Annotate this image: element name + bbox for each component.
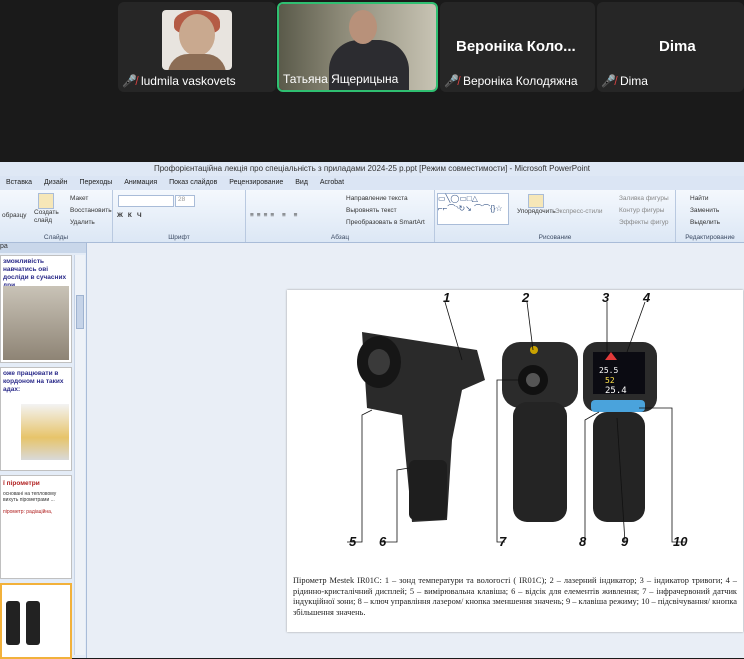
group-label: Слайды (43, 234, 69, 241)
quick-styles-button[interactable]: Экспресс-стили (555, 208, 603, 215)
align-text-button[interactable]: Выровнять текст (346, 207, 397, 214)
ribbon-group-font: 28 ЖКЧ Шрифт (113, 190, 246, 242)
thumb-text: оже працювати в кордоном на таких адах: (3, 370, 64, 393)
mic-muted-icon: 🎤̸ (601, 74, 616, 88)
thumb-device (6, 601, 20, 645)
ribbon-tabs: Вставка Дизайн Переходы Анимация Показ с… (0, 176, 744, 190)
display-value: 25.4 (605, 386, 627, 396)
thumb-text: основані на тепловому вихуть пірометрами… (3, 491, 57, 503)
tab-review[interactable]: Рецензирование (229, 176, 283, 190)
tab-design[interactable]: Дизайн (44, 176, 68, 190)
participant-name: Вероніка Колодяжна (462, 74, 578, 88)
participant-tile-ludmila[interactable]: 🎤̸ ludmila vaskovets (118, 2, 276, 92)
shape-outline-button[interactable]: Контур фигуры (619, 207, 664, 214)
window-title: Профорієнтаційна лекція про спеціальніст… (0, 162, 744, 176)
format-painter-label[interactable]: образцу (2, 212, 26, 219)
group-label: Шрифт (168, 234, 190, 241)
callout-label: 8 (579, 534, 587, 549)
find-button[interactable]: Найти (690, 195, 709, 202)
slide-editor: 25.5 52 25.4 1 2 3 4 5 6 7 8 9 10 Піроме… (87, 243, 744, 658)
arrange-button[interactable]: Упорядочить (517, 208, 556, 215)
panel-scrollbar[interactable] (74, 255, 85, 655)
display-value: 52 (605, 376, 615, 385)
participant-tile-dima[interactable]: Dima 🎤̸ Dima (597, 2, 744, 92)
callout-label: 5 (349, 534, 357, 549)
panel-header: ра (0, 243, 86, 253)
layout-button[interactable]: Макет (70, 195, 88, 202)
callout-label: 2 (522, 290, 530, 305)
ribbon: образцу Создать слайд Макет Восстановить… (0, 190, 744, 243)
slide-canvas[interactable]: 25.5 52 25.4 1 2 3 4 5 6 7 8 9 10 Піроме… (287, 290, 743, 632)
callout-label: 9 (621, 534, 629, 549)
slide-thumbnail[interactable]: зможливість навчатись ові досліди в суча… (0, 255, 72, 363)
participant-name: Татьяна Ящерицына (283, 72, 399, 86)
shapes-gallery[interactable]: ▭╲◯▭□△ ⌐⌐⌒◝↻↘ ⌒⌒{}☆ (437, 193, 509, 225)
new-slide-icon (38, 193, 54, 209)
group-label: Рисование (538, 234, 572, 241)
new-slide-button[interactable]: Создать слайд (34, 209, 60, 225)
font-name-field[interactable] (118, 195, 174, 207)
callout-label: 10 (673, 534, 688, 549)
font-size-field[interactable]: 28 (175, 195, 195, 207)
participant-tile-veronika[interactable]: Вероніка Коло... 🎤̸ Вероніка Колодяжна (440, 2, 595, 92)
slide-thumbnail[interactable]: ї пірометри основані на тепловому вихуть… (0, 475, 72, 579)
scrollbar-thumb[interactable] (76, 295, 84, 329)
restore-button[interactable]: Восстановить (70, 207, 112, 214)
thumb-device (26, 601, 40, 645)
slide-thumbnail-selected[interactable] (0, 583, 72, 659)
tab-view[interactable]: Вид (295, 176, 308, 190)
callout-label: 7 (499, 534, 507, 549)
callout-label: 1 (443, 290, 451, 305)
font-size-value: 28 (178, 196, 186, 203)
group-label: Абзац (330, 234, 350, 241)
participant-name: Dima (619, 74, 648, 88)
smartart-button[interactable]: Преобразовать в SmartArt (346, 219, 425, 226)
ribbon-group-slides: образцу Создать слайд Макет Восстановить… (0, 190, 113, 242)
group-label: Редактирование (685, 234, 735, 241)
thumb-photo (21, 404, 69, 460)
slide-thumbnail[interactable]: оже працювати в кордоном на таких адах: (0, 367, 72, 471)
participant-display-name: Dima (659, 38, 696, 55)
alignment-buttons[interactable]: ≡≡≡≡ ≡ ≡ (250, 212, 300, 219)
participant-tile-tatiana[interactable]: Татьяна Ящерицына (277, 2, 438, 92)
tab-animation[interactable]: Анимация (124, 176, 157, 190)
callout-label: 6 (379, 534, 387, 549)
thumb-text: пірометр: радіаційна, (3, 509, 53, 515)
font-format-buttons[interactable]: ЖКЧ (117, 212, 147, 219)
ribbon-group-editing: Найти Заменить Выделить Редактирование (676, 190, 744, 242)
participant-name: ludmila vaskovets (140, 74, 236, 88)
participant-display-name: Вероніка Коло... (456, 38, 576, 55)
arrange-icon (528, 194, 544, 208)
callout-label: 3 (602, 290, 610, 305)
shape-effects-button[interactable]: Эффекты фигур (619, 219, 669, 226)
slides-panel: ра зможливість навчатись ові досліди в с… (0, 243, 87, 659)
thumb-text: ї пірометри (3, 480, 40, 487)
tab-acrobat[interactable]: Acrobat (320, 176, 344, 190)
delete-button[interactable]: Удалить (70, 219, 95, 226)
slide-caption: Пірометр Mestek IR01C: 1 – зонд температ… (293, 576, 737, 617)
powerpoint-window: Профорієнтаційна лекція про спеціальніст… (0, 162, 744, 659)
callout-label: 4 (643, 290, 651, 305)
text-direction-button[interactable]: Направление текста (346, 195, 408, 202)
participant-photo (162, 10, 232, 70)
ribbon-group-drawing: ▭╲◯▭□△ ⌐⌐⌒◝↻↘ ⌒⌒{}☆ Упорядочить Экспресс… (435, 190, 676, 242)
select-button[interactable]: Выделить (690, 219, 720, 226)
thumb-photo (3, 286, 69, 360)
mic-muted-icon: 🎤̸ (122, 74, 137, 88)
pyrometer-illustration: 25.5 52 25.4 (347, 301, 685, 543)
tab-insert[interactable]: Вставка (6, 176, 32, 190)
tab-transitions[interactable]: Переходы (79, 176, 112, 190)
ribbon-group-paragraph: Направление текста Выровнять текст Преоб… (246, 190, 435, 242)
mic-muted-icon: 🎤̸ (444, 74, 459, 88)
video-strip: 🎤̸ ludmila vaskovets Татьяна Ящерицына Ве… (0, 0, 744, 162)
replace-button[interactable]: Заменить (690, 207, 719, 214)
shape-fill-button[interactable]: Заливка фигуры (619, 195, 669, 202)
tab-slideshow[interactable]: Показ слайдов (169, 176, 217, 190)
display-value: 25.5 (599, 366, 618, 375)
